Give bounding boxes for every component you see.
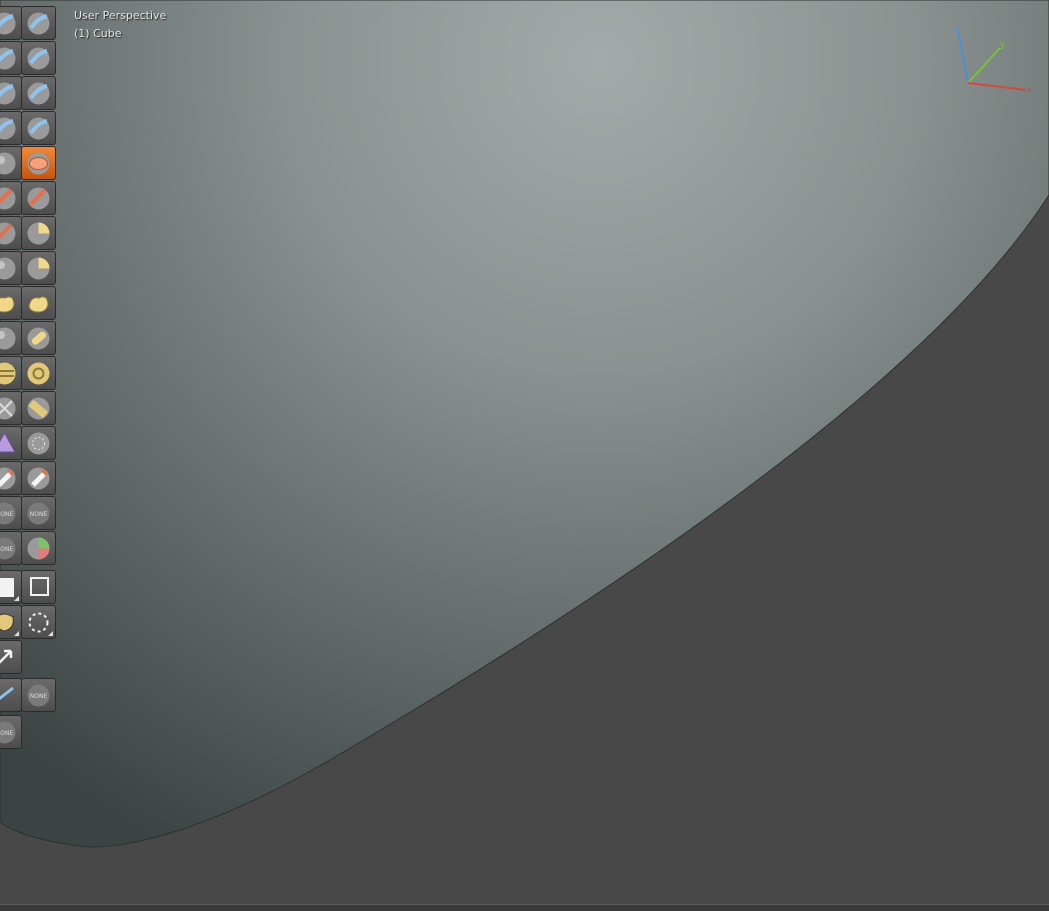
transform-all-button[interactable]: NONE [0, 715, 22, 749]
brush-fill-button[interactable] [0, 181, 22, 215]
brush-smooth-icon [0, 152, 16, 175]
brush-none-c-icon [0, 431, 16, 453]
brush-grab-button[interactable] [21, 216, 56, 250]
brush-clay-button[interactable] [0, 41, 22, 75]
brush-blob-button[interactable] [0, 111, 22, 145]
move-button[interactable] [0, 640, 22, 674]
brush-inflate-icon [27, 82, 50, 105]
none-label: NONE [0, 546, 13, 553]
lasso-mask-icon: NONE [0, 502, 16, 525]
3d-viewport[interactable]: User Perspective (1) Cube z y x [0, 0, 1049, 910]
brush-nudge-button[interactable] [0, 286, 22, 320]
brush-rotate-button[interactable] [21, 286, 56, 320]
brush-thumb-icon [27, 257, 50, 280]
active-object-label: (1) Cube [74, 27, 122, 40]
brush-scrape-icon [27, 187, 50, 210]
brush-simplify-icon [27, 327, 50, 350]
brush-smear-icon [27, 362, 50, 385]
rotate-icon [0, 686, 14, 701]
x-axis-line [967, 82, 1027, 91]
brush-crease-icon [27, 117, 50, 140]
brush-color-icon [27, 432, 50, 455]
cloth-filter-button[interactable] [0, 570, 22, 604]
line-project-icon: NONE [27, 502, 50, 525]
move-icon [0, 649, 13, 664]
brush-snake-hook-button[interactable] [0, 251, 22, 285]
submenu-indicator [14, 596, 19, 601]
none-label: NONE [30, 693, 48, 700]
scale-button[interactable]: NONE [21, 678, 56, 712]
transform-all-icon: NONE [0, 721, 16, 744]
box-hide-button[interactable] [21, 461, 56, 495]
line-project-button[interactable]: NONE [21, 496, 56, 530]
transform-button[interactable]: NONE [0, 531, 22, 565]
brush-pinch-icon [0, 222, 16, 245]
submenu-indicator [14, 631, 19, 636]
brush-layer-icon [0, 82, 16, 105]
brush-simplify-button[interactable] [21, 321, 56, 355]
brush-draw-button[interactable] [0, 6, 22, 40]
brush-layer-button[interactable] [0, 76, 22, 110]
y-axis-line [967, 47, 1001, 84]
brush-clay-strips-button[interactable] [21, 41, 56, 75]
rotate-button[interactable] [0, 678, 22, 712]
scale-icon: NONE [27, 684, 50, 707]
brush-blob-icon [0, 117, 16, 140]
brush-clay-strips-icon [27, 47, 50, 70]
brush-draw-sharp-icon [27, 12, 50, 35]
none-label: NONE [0, 511, 13, 518]
brush-draw-sharp-button[interactable] [21, 6, 56, 40]
brush-grab-icon [27, 222, 50, 245]
brush-flatten-icon [27, 152, 50, 175]
none-label: NONE [30, 511, 48, 518]
brush-nudge-icon [0, 296, 15, 313]
brush-clay-icon [0, 47, 16, 70]
box-hide-icon [27, 467, 50, 490]
brush-none-a-button[interactable] [0, 391, 22, 425]
face-sets-none-button[interactable] [21, 570, 56, 604]
brush-scrape-button[interactable] [21, 181, 56, 215]
box-mask-icon [0, 467, 16, 490]
brush-snake-hook-icon [0, 257, 16, 280]
brush-inflate-button[interactable] [21, 76, 56, 110]
brush-rotate-icon [28, 296, 49, 313]
brush-smooth-button[interactable] [0, 146, 22, 180]
brush-none-b-button[interactable] [21, 391, 56, 425]
brush-mask-icon [0, 327, 16, 350]
brush-paint-icon [0, 362, 16, 385]
brush-color-button[interactable] [21, 426, 56, 460]
brush-paint-button[interactable] [0, 356, 22, 390]
tool-shelf: NONE NONE NONE NONE NONE [0, 6, 58, 904]
z-axis-line [957, 29, 969, 84]
face-sets-none-icon [30, 577, 49, 596]
y-axis-label: y [1000, 40, 1006, 50]
brush-none-c-button[interactable] [0, 426, 22, 460]
transform-icon: NONE [0, 537, 16, 560]
view-perspective-label: User Perspective [74, 9, 167, 22]
mesh-filter-icon [27, 537, 50, 560]
lasso-mask-button[interactable]: NONE [0, 496, 22, 530]
brush-crease-button[interactable] [21, 111, 56, 145]
mask-none-button[interactable] [0, 605, 22, 639]
axis-gizmo[interactable]: z y x [948, 20, 1038, 100]
brush-thumb-button[interactable] [21, 251, 56, 285]
sculpt-mesh-surface[interactable] [0, 0, 1049, 910]
mesh-filter-button[interactable] [21, 531, 56, 565]
z-axis-label: z [955, 23, 960, 33]
brush-none-a-icon [0, 397, 16, 420]
brush-draw-icon [0, 12, 16, 35]
brush-pinch-button[interactable] [0, 216, 22, 250]
brush-smear-button[interactable] [21, 356, 56, 390]
annotate-button[interactable] [21, 605, 56, 639]
brush-flatten-button[interactable] [21, 146, 56, 180]
x-axis-label: x [1026, 85, 1032, 95]
brush-fill-icon [0, 187, 16, 210]
brush-mask-button[interactable] [0, 321, 22, 355]
box-mask-button[interactable] [0, 461, 22, 495]
submenu-indicator [48, 631, 53, 636]
brush-none-b-icon [27, 397, 50, 420]
none-label: NONE [0, 730, 13, 737]
